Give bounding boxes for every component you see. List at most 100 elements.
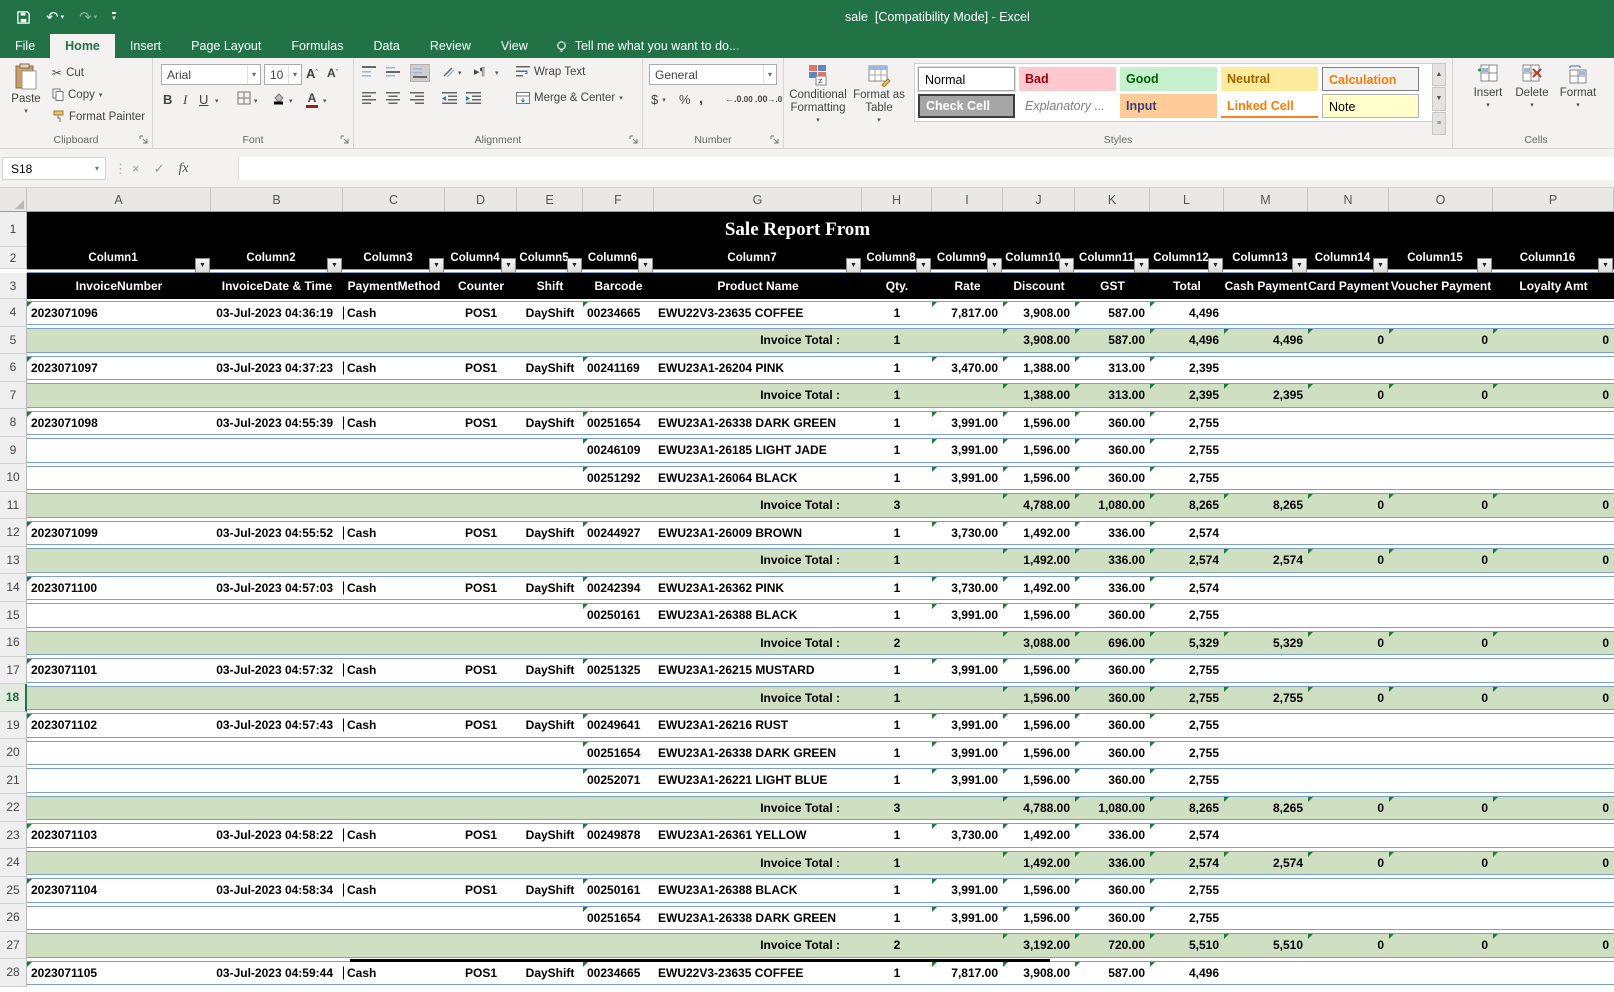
cell-D20[interactable] [445,742,517,765]
cell-M8[interactable] [1224,412,1308,435]
bold-button[interactable]: B [163,92,172,107]
cell-I20[interactable]: 3,991.00 [932,742,1003,765]
cell-K10[interactable]: 360.00 [1075,467,1150,490]
name-box[interactable]: S18▾ [2,157,106,180]
cell-M28[interactable] [1224,962,1308,985]
cell-O24[interactable]: 0 [1389,852,1493,875]
cell-J9[interactable]: 1,596.00 [1003,439,1075,462]
cell-K15[interactable]: 360.00 [1075,604,1150,627]
cell-I19[interactable]: 3,991.00 [932,714,1003,737]
cell-G17[interactable]: EWU23A1-26215 MUSTARD [654,659,862,682]
font-color-dropdown-icon[interactable]: ▾ [323,97,327,105]
increase-indent-icon[interactable] [466,92,481,104]
cell-H12[interactable]: 1 [862,522,932,545]
style-chip-explanatory-[interactable]: Explanatory ... [1019,94,1116,118]
cell-M9[interactable] [1224,439,1308,462]
middle-align-icon[interactable] [386,66,400,78]
fill-color-icon[interactable] [271,91,286,106]
cell-L25[interactable]: 2,755 [1150,879,1224,902]
cell-A19[interactable]: 2023071102 [27,714,211,737]
cell-M19[interactable] [1224,714,1308,737]
cell-O18[interactable]: 0 [1389,687,1493,710]
cell-H25[interactable]: 1 [862,879,932,902]
cell-P5[interactable]: 0 [1493,329,1614,352]
cell-N28[interactable] [1308,962,1389,985]
cell-E9[interactable] [517,439,583,462]
cell-F20[interactable]: 00251654 [583,742,654,765]
top-align-icon[interactable] [362,66,376,78]
italic-button[interactable]: I [183,92,187,108]
underline-button[interactable]: U [199,92,208,107]
cell-J13[interactable]: 1,492.00 [1003,549,1075,572]
cell-J11[interactable]: 4,788.00 [1003,494,1075,517]
cut-button[interactable]: ✂ Cut [52,66,84,80]
cell-K12[interactable]: 336.00 [1075,522,1150,545]
cell-H27[interactable]: 2 [862,934,932,957]
cell-O15[interactable] [1389,604,1493,627]
filter-dropdown-icon[interactable]: ▼ [195,258,210,273]
cell-J6[interactable]: 1,388.00 [1003,357,1075,380]
increase-decimal-icon[interactable]: ←.0.00 [725,94,753,104]
cell-K19[interactable]: 360.00 [1075,714,1150,737]
cell-O25[interactable] [1389,879,1493,902]
cell-A16[interactable] [27,632,211,655]
cell-G8[interactable]: EWU23A1-26338 DARK GREEN [654,412,862,435]
copy-button[interactable]: Copy▾ [52,88,102,101]
cell-C11[interactable] [343,494,445,517]
cell-J23[interactable]: 1,492.00 [1003,824,1075,847]
cell-B13[interactable] [211,549,343,572]
undo-icon[interactable]: ↶▾ [46,10,64,25]
cell-L21[interactable]: 2,755 [1150,769,1224,792]
cell-H24[interactable]: 1 [862,852,932,875]
cell-B18[interactable] [211,687,343,710]
cell-K24[interactable]: 336.00 [1075,852,1150,875]
cell-G6[interactable]: EWU23A1-26204 PINK [654,357,862,380]
select-all-corner[interactable] [0,188,27,211]
cell-M11[interactable]: 8,265 [1224,494,1308,517]
style-chip-calculation[interactable]: Calculation [1322,67,1419,91]
cell-L24[interactable]: 2,574 [1150,852,1224,875]
row-header-4[interactable]: 4 [0,299,27,327]
tab-home[interactable]: Home [50,34,115,58]
cell-M12[interactable] [1224,522,1308,545]
cell-E26[interactable] [517,907,583,930]
font-size-select[interactable]: 10▾ [264,64,302,85]
row-header-19[interactable]: 19 [0,712,27,740]
cell-A23[interactable]: 2023071103 [27,824,211,847]
cell-M27[interactable]: 5,510 [1224,934,1308,957]
cell-M26[interactable] [1224,907,1308,930]
cell-L20[interactable]: 2,755 [1150,742,1224,765]
cell-D6[interactable]: POS1 [445,357,517,380]
cell-I12[interactable]: 3,730.00 [932,522,1003,545]
cell-H14[interactable]: 1 [862,577,932,600]
cell-B5[interactable] [211,329,343,352]
cell-K11[interactable]: 1,080.00 [1075,494,1150,517]
column-header-P[interactable]: P [1493,188,1614,211]
column-header-I[interactable]: I [932,188,1003,211]
cell-A12[interactable]: 2023071099 [27,522,211,545]
cell-C16[interactable] [343,632,445,655]
cell-L23[interactable]: 2,574 [1150,824,1224,847]
cell-L14[interactable]: 2,574 [1150,577,1224,600]
cell-O22[interactable]: 0 [1389,797,1493,820]
cell-A27[interactable] [27,934,211,957]
format-cells-button[interactable]: Format▾ [1555,63,1601,110]
cell-A22[interactable] [27,797,211,820]
cell-G23[interactable]: EWU23A1-26361 YELLOW [654,824,862,847]
cell-M18[interactable]: 2,755 [1224,687,1308,710]
align-center-icon[interactable] [386,92,400,104]
cell-B28[interactable]: 03-Jul-2023 04:59:44 [211,962,343,985]
cell-N5[interactable]: 0 [1308,329,1389,352]
cell-E12[interactable]: DayShift [517,522,583,545]
cell-H18[interactable]: 1 [862,687,932,710]
number-dialog-launcher-icon[interactable] [770,135,780,145]
column-header-E[interactable]: E [517,188,583,211]
cell-F18[interactable] [583,687,654,710]
cell-I7[interactable] [932,384,1003,407]
cell-L10[interactable]: 2,755 [1150,467,1224,490]
cell-G21[interactable]: EWU23A1-26221 LIGHT BLUE [654,769,862,792]
shrink-font-button[interactable]: Aˇ [327,66,338,80]
cell-L17[interactable]: 2,755 [1150,659,1224,682]
cell-J24[interactable]: 1,492.00 [1003,852,1075,875]
row-header-1[interactable]: 1 [0,212,27,247]
